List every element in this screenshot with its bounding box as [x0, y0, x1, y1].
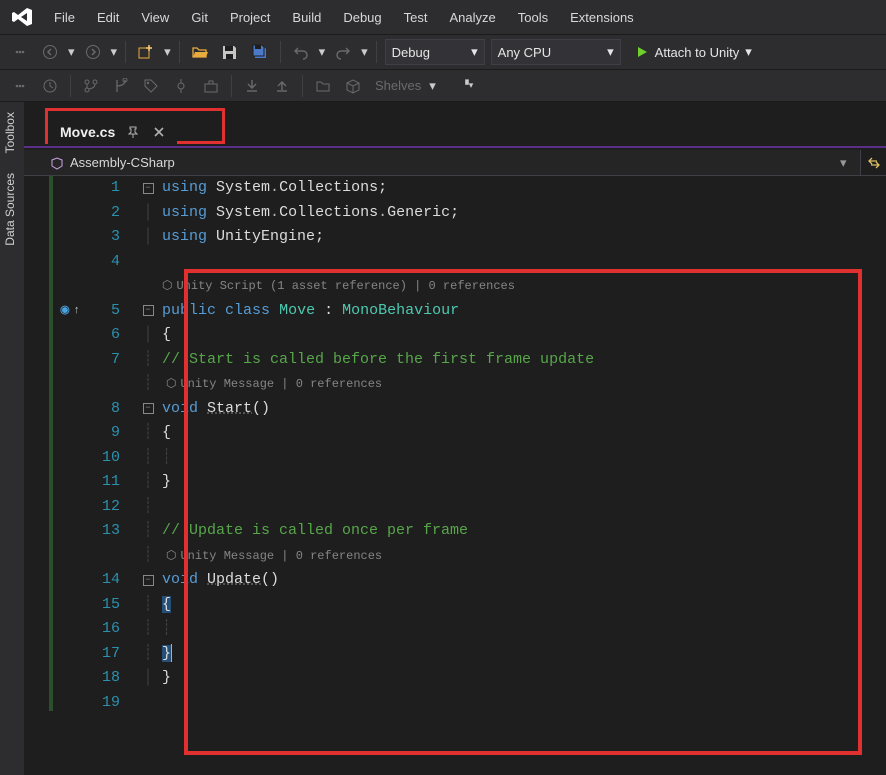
project-icon	[50, 156, 66, 170]
chevron-down-icon[interactable]: ▾	[840, 155, 854, 171]
chevron-down-icon: ▾	[361, 44, 368, 60]
menu-debug[interactable]: Debug	[333, 4, 391, 31]
play-icon	[635, 45, 649, 59]
swap-icon[interactable]	[860, 150, 886, 175]
toolbox-tab[interactable]: Toolbox	[0, 102, 24, 163]
push-icon[interactable]	[270, 74, 294, 98]
cube-icon: ⬡	[162, 274, 172, 299]
implement-icon[interactable]: ◉	[60, 299, 69, 324]
secondary-toolbar: Shelves ▾ ▝▾	[0, 70, 886, 102]
chevron-down-icon: ▾	[429, 78, 436, 94]
commit-icon[interactable]	[169, 74, 193, 98]
separator	[179, 41, 180, 63]
menu-project[interactable]: Project	[220, 4, 280, 31]
tag-icon[interactable]	[139, 74, 163, 98]
run-button[interactable]: Attach to Unity ▾	[627, 39, 760, 65]
chevron-down-icon: ▾	[319, 44, 326, 60]
chevron-down-icon: ▾	[68, 44, 75, 60]
box-icon[interactable]	[341, 74, 365, 98]
nav-forward-button[interactable]	[81, 40, 105, 64]
chevron-down-icon: ▾	[745, 44, 752, 60]
undo-button[interactable]	[289, 40, 313, 64]
toolbar-overflow-icon[interactable]	[8, 40, 32, 64]
menu-edit[interactable]: Edit	[87, 4, 129, 31]
shelves-label[interactable]: Shelves	[375, 78, 421, 93]
tab-filename: Move.cs	[60, 124, 115, 140]
cube-icon: ⬡	[166, 544, 176, 569]
fold-icon[interactable]: −	[143, 305, 154, 316]
tab-well: Move.cs	[24, 112, 886, 146]
toolbar-overflow-icon[interactable]	[8, 74, 32, 98]
config-dropdown[interactable]: Debug ▾	[385, 39, 485, 65]
merge-icon[interactable]	[109, 74, 133, 98]
editor-area: Move.cs Assembly-CSharp ▾ 1−using System…	[24, 102, 886, 775]
fold-icon[interactable]: −	[143, 183, 154, 194]
chevron-down-icon: ▾	[164, 44, 171, 60]
separator	[231, 75, 232, 97]
open-button[interactable]	[188, 40, 212, 64]
menu-tools[interactable]: Tools	[508, 4, 558, 31]
config-value: Debug	[392, 45, 446, 60]
menu-test[interactable]: Test	[394, 4, 438, 31]
fold-icon[interactable]: −	[143, 403, 154, 414]
document-tab[interactable]: Move.cs	[48, 116, 177, 146]
menu-extensions[interactable]: Extensions	[560, 4, 644, 31]
separator	[376, 41, 377, 63]
separator	[280, 41, 281, 63]
pull-icon[interactable]	[240, 74, 264, 98]
side-tab-strip: Toolbox Data Sources	[0, 102, 24, 775]
menu-git[interactable]: Git	[181, 4, 218, 31]
data-sources-tab[interactable]: Data Sources	[0, 163, 24, 256]
stash-icon[interactable]	[199, 74, 223, 98]
menu-bar: File Edit View Git Project Build Debug T…	[0, 0, 886, 34]
close-icon[interactable]	[151, 124, 167, 140]
main-toolbar: ▾ ▾ ▾ ▾ ▾ Debug ▾ Any CPU ▾ Attach to Un…	[0, 34, 886, 70]
separator	[302, 75, 303, 97]
menu-file[interactable]: File	[44, 4, 85, 31]
chevron-down-icon: ▾	[111, 44, 118, 60]
redo-button[interactable]	[331, 40, 355, 64]
save-all-button[interactable]	[248, 40, 272, 64]
history-icon[interactable]	[38, 74, 62, 98]
chevron-down-icon: ▾	[471, 44, 478, 60]
chevron-down-icon: ▾	[607, 44, 614, 60]
run-label: Attach to Unity	[655, 45, 740, 60]
pin-icon[interactable]	[125, 124, 141, 140]
new-item-button[interactable]	[134, 40, 158, 64]
menu-build[interactable]: Build	[282, 4, 331, 31]
branch-icon[interactable]	[79, 74, 103, 98]
fold-icon[interactable]: −	[143, 575, 154, 586]
up-icon[interactable]: ↑	[73, 299, 80, 324]
separator	[125, 41, 126, 63]
cube-icon: ⬡	[166, 372, 176, 397]
platform-dropdown[interactable]: Any CPU ▾	[491, 39, 621, 65]
folder-icon[interactable]	[311, 74, 335, 98]
small-dropdown-icon[interactable]: ▝▾	[462, 80, 473, 91]
highlight-box	[184, 269, 862, 755]
menu-analyze[interactable]: Analyze	[439, 4, 505, 31]
change-indicator	[49, 176, 53, 711]
menu-view[interactable]: View	[131, 4, 179, 31]
platform-value: Any CPU	[498, 45, 567, 60]
vs-logo-icon	[8, 3, 36, 31]
separator	[70, 75, 71, 97]
save-button[interactable]	[218, 40, 242, 64]
nav-back-button[interactable]	[38, 40, 62, 64]
project-dropdown[interactable]: Assembly-CSharp	[70, 155, 175, 170]
nav-bar: Assembly-CSharp ▾	[24, 150, 886, 176]
